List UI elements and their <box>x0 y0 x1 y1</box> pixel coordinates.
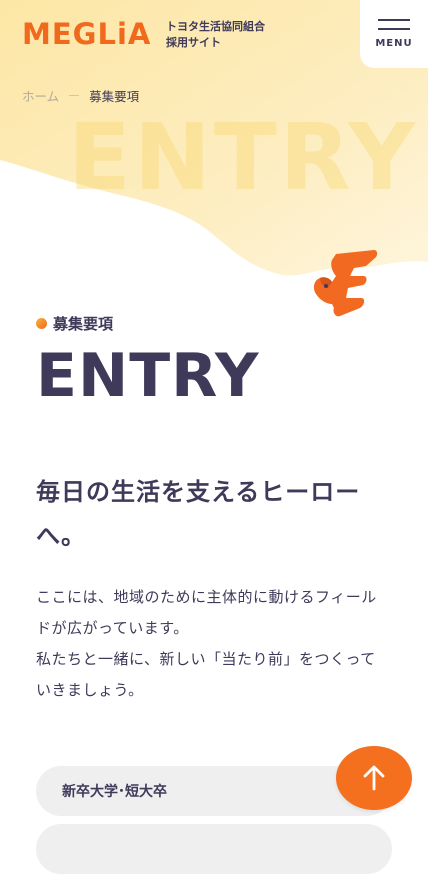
headline: 毎日の生活を支えるヒーローへ。 <box>36 478 361 550</box>
hero-watermark: ENTRY <box>68 104 419 211</box>
category-tab-next[interactable] <box>36 824 392 874</box>
menu-label: MENU <box>375 38 413 49</box>
site-logo[interactable]: MEGLiA <box>22 16 151 52</box>
section-label-text: 募集要項 <box>53 315 114 333</box>
tagline-line-2: 採用サイト <box>166 36 221 49</box>
page-title: ENTRY <box>36 341 260 411</box>
tagline-line-1: トヨタ生活協同組合 <box>166 20 265 33</box>
intro-line: ここには、地域のために主体的に動けるフィール <box>36 588 377 606</box>
mascot-e-icon <box>313 250 378 317</box>
breadcrumb-separator <box>69 95 80 96</box>
section-dot-icon <box>36 318 47 329</box>
breadcrumb: ホーム 募集要項 <box>22 86 139 105</box>
intro-text: ここには、地域のために主体的に動けるフィール ドが広がっています。 私たちと一緒… <box>36 582 396 706</box>
intro-line: 私たちと一緒に、新しい「当たり前」をつくって <box>36 650 376 668</box>
site-tagline: トヨタ生活協同組合 採用サイト <box>166 19 265 51</box>
scroll-to-top-button[interactable] <box>336 746 412 810</box>
intro-line: ドが広がっています。 <box>36 619 189 637</box>
section-label: 募集要項 <box>36 313 113 334</box>
arrow-up-icon <box>363 765 385 791</box>
breadcrumb-home-link[interactable]: ホーム <box>22 86 59 105</box>
site-header: MEGLiA トヨタ生活協同組合 採用サイト MENU <box>0 0 428 70</box>
intro-line: いきましょう。 <box>36 681 144 699</box>
menu-button[interactable]: MENU <box>360 0 428 68</box>
category-tab-label: 新卒大学･短大卒 <box>62 784 167 800</box>
breadcrumb-current: 募集要項 <box>89 89 140 104</box>
